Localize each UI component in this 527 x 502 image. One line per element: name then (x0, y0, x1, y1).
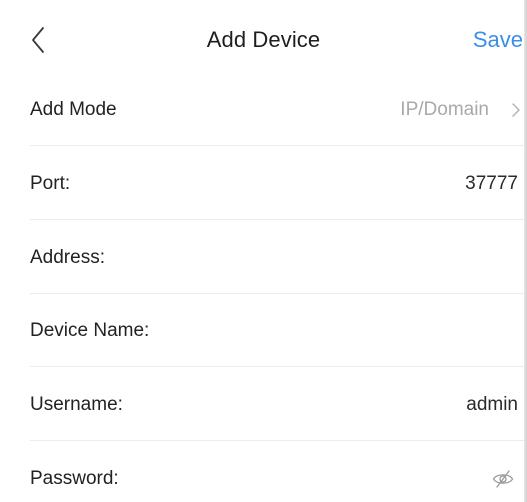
username-field[interactable]: admin (466, 394, 518, 416)
divider (30, 366, 527, 367)
page-title: Add Device (206, 27, 321, 52)
save-button[interactable]: Save (473, 27, 523, 53)
add-mode-value: IP/Domain (400, 99, 489, 120)
device-name-label: Device Name: (30, 320, 150, 341)
chevron-right-icon (512, 103, 520, 117)
nav-bar: Add Device Save (0, 0, 527, 80)
password-row: Password: (0, 443, 527, 502)
device-name-row: Device Name: (0, 295, 527, 367)
divider (30, 293, 527, 294)
address-row: Address: (0, 222, 527, 294)
port-label: Port: (30, 173, 71, 194)
address-label: Address: (30, 247, 105, 268)
add-mode-label: Add Mode (30, 99, 117, 120)
divider (30, 145, 527, 146)
divider (30, 440, 527, 441)
add-mode-row[interactable]: Add Mode IP/Domain (0, 74, 527, 146)
port-row: Port: 37777 (0, 148, 527, 220)
eye-off-icon (492, 470, 514, 488)
password-visibility-toggle[interactable] (491, 467, 515, 491)
add-device-screen: Add Device Save Add Mode IP/Domain Port:… (0, 0, 527, 502)
divider (30, 219, 527, 220)
username-label: Username: (30, 394, 123, 415)
port-field[interactable]: 37777 (465, 173, 518, 195)
password-label: Password: (30, 468, 119, 489)
username-row: Username: admin (0, 369, 527, 441)
